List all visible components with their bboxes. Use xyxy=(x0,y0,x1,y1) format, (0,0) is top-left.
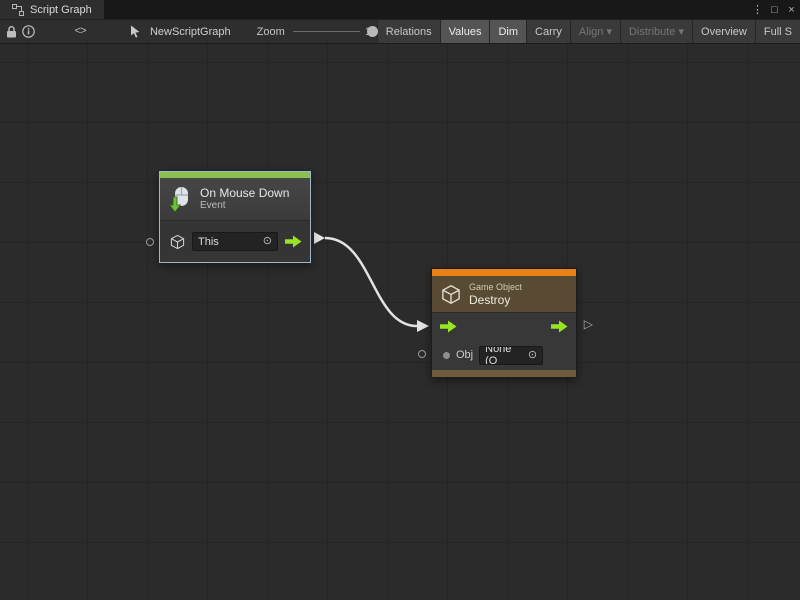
graph-name[interactable]: NewScriptGraph xyxy=(150,26,231,38)
flow-output-port[interactable] xyxy=(285,235,302,248)
flow-out-triangle-icon[interactable]: ▷ xyxy=(584,318,593,330)
destroy-obj-row: Obj None (O ⊙ xyxy=(432,340,576,370)
graph-canvas[interactable]: On Mouse Down Event This ⊙ xyxy=(0,44,800,600)
wire-start-arrow xyxy=(314,232,325,244)
event-node-subtitle: Event xyxy=(200,200,289,212)
zoom-slider[interactable] xyxy=(293,19,360,44)
obj-field-value: None (O xyxy=(485,346,524,365)
tab-title: Script Graph xyxy=(30,4,92,16)
connection-wire[interactable] xyxy=(0,44,800,600)
info-icon xyxy=(22,25,35,38)
obj-port-label: Obj xyxy=(456,349,473,361)
event-node-header[interactable]: On Mouse Down Event xyxy=(160,178,310,220)
zoom-slider-track xyxy=(293,31,360,32)
obj-input-port[interactable] xyxy=(418,350,426,358)
dim-button[interactable]: Dim xyxy=(489,19,526,44)
node-on-mouse-down[interactable]: On Mouse Down Event This ⊙ xyxy=(159,171,311,263)
event-input-port[interactable] xyxy=(146,238,154,246)
wire-end-arrow xyxy=(417,320,429,332)
event-node-title: On Mouse Down xyxy=(200,186,289,200)
target-picker-icon[interactable]: ⊙ xyxy=(528,350,537,361)
event-node-body: This ⊙ xyxy=(160,220,310,262)
wire-path xyxy=(325,238,417,326)
zoom-slider-handle[interactable] xyxy=(367,26,378,37)
lock-button[interactable] xyxy=(3,19,20,44)
destroy-node-body: Obj None (O ⊙ xyxy=(432,312,576,370)
destroy-flow-row xyxy=(432,312,576,340)
close-icon[interactable]: × xyxy=(783,0,800,19)
tab-script-graph[interactable]: Script Graph xyxy=(0,0,104,19)
relations-button[interactable]: Relations xyxy=(377,19,440,44)
flow-output-port[interactable] xyxy=(551,320,568,333)
target-field-value: This xyxy=(198,236,219,248)
destroy-accent-strip xyxy=(432,269,576,276)
distribute-button[interactable]: Distribute ▾ xyxy=(620,19,692,44)
destroy-bottom-strip xyxy=(432,370,576,377)
destroy-node-supertitle: Game Object xyxy=(469,282,522,293)
obj-field[interactable]: None (O ⊙ xyxy=(479,346,543,365)
graph-toolbar: <> NewScriptGraph Zoom 1x Relations Valu… xyxy=(0,19,800,44)
obj-value-dot xyxy=(443,352,450,359)
values-button[interactable]: Values xyxy=(440,19,490,44)
align-button[interactable]: Align ▾ xyxy=(570,19,620,44)
window-titlebar: Script Graph ⋮ □ × xyxy=(0,0,800,19)
window-menu-icon[interactable]: ⋮ xyxy=(749,0,766,19)
overview-button[interactable]: Overview xyxy=(692,19,755,44)
game-object-cube-icon xyxy=(441,284,461,305)
destroy-node-title: Destroy xyxy=(469,293,522,307)
info-button[interactable] xyxy=(20,19,37,44)
fullscreen-button[interactable]: Full S xyxy=(755,19,800,44)
maximize-icon[interactable]: □ xyxy=(766,0,783,19)
game-object-cube-icon xyxy=(170,234,185,250)
lock-icon xyxy=(6,26,17,38)
pointer-icon xyxy=(130,25,141,38)
code-icon: <> xyxy=(74,26,85,38)
graph-pointer-button[interactable] xyxy=(127,19,144,44)
mouse-down-icon xyxy=(167,185,193,213)
zoom-label: Zoom xyxy=(257,26,285,38)
code-view-button[interactable]: <> xyxy=(71,19,88,44)
target-field[interactable]: This ⊙ xyxy=(192,232,278,251)
titlebar-spacer xyxy=(104,0,749,19)
node-destroy[interactable]: Game Object Destroy Obj None (O ⊙ xyxy=(431,268,577,378)
destroy-node-header[interactable]: Game Object Destroy xyxy=(432,276,576,312)
script-graph-icon xyxy=(12,4,24,16)
carry-button[interactable]: Carry xyxy=(526,19,570,44)
flow-input-port[interactable] xyxy=(440,320,457,333)
target-picker-icon[interactable]: ⊙ xyxy=(263,236,272,247)
